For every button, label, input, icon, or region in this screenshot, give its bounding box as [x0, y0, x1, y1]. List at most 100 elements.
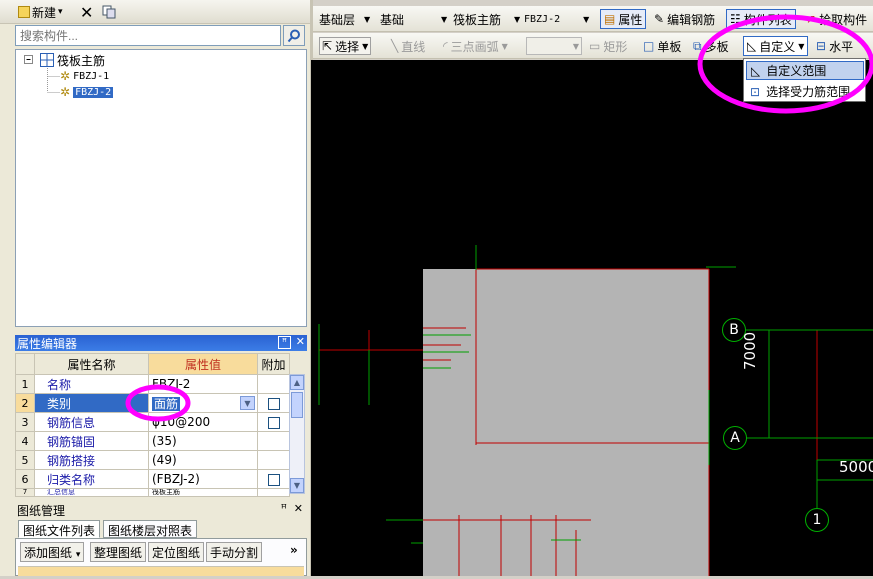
pin-icon[interactable]: ꟸ — [281, 502, 287, 515]
dimension-5000: 5000 — [839, 458, 873, 476]
chevron-down-icon: ▼ — [362, 41, 369, 51]
pick-icon: ↗ — [806, 12, 817, 26]
tab-drawing-files[interactable]: 图纸文件列表 — [18, 520, 101, 538]
menu-item-select-range[interactable]: ⊡ 选择受力筋范围 — [746, 82, 864, 101]
chevron-down-icon[interactable]: ▼ — [240, 396, 255, 410]
grid-icon — [40, 53, 54, 67]
rect-icon: ▭ — [589, 39, 601, 53]
property-scrollbar[interactable]: ▲ ▼ — [289, 374, 305, 494]
single-slab-button[interactable]: □ 单板 — [643, 37, 681, 55]
custom-button[interactable]: ◺ 自定义 ▼ — [743, 36, 809, 56]
arc-button[interactable]: ◜ 三点画弧 ▼ — [443, 37, 508, 55]
organize-drawing-button[interactable]: 整理图纸 — [90, 542, 147, 562]
table-row[interactable]: 4 钢筋锚固 (35) — [15, 431, 290, 451]
scroll-thumb[interactable] — [291, 392, 303, 418]
search-icon — [287, 29, 300, 42]
delete-icon[interactable]: ✕ — [80, 3, 93, 22]
attach-checkbox[interactable] — [267, 397, 280, 410]
select-range-icon: ⊡ — [750, 84, 761, 99]
scroll-down-icon[interactable]: ▼ — [290, 478, 304, 493]
property-header-row: 属性名称 属性值 附加 — [15, 353, 290, 375]
tree-item[interactable]: ✲ FBZJ-2 — [60, 84, 114, 100]
scroll-up-icon[interactable]: ▲ — [290, 375, 304, 390]
table-row[interactable]: 3 钢筋信息 φ10@200 — [15, 412, 290, 432]
column-header: 附加 — [257, 353, 290, 375]
chevron-down-icon: ▼ — [364, 14, 371, 24]
drawing-canvas[interactable]: B A 1 7000 5000 — [311, 60, 873, 576]
select-button[interactable]: ⇱ 选择 ▼ — [319, 37, 372, 55]
table-row[interactable]: 2 类别 面筋 ▼ — [15, 393, 290, 413]
gear-icon: ✲ — [60, 85, 71, 99]
locate-drawing-button[interactable]: 定位图纸 — [148, 542, 205, 562]
category-select[interactable]: 面筋 ▼ — [148, 393, 258, 413]
file-list-header — [18, 566, 304, 576]
component-selector-toolbar: 基础层 ▼ 基础 ▼ 筏板主筋 ▼ FBZJ-2 ▼ ▤ 属性 ✎ 编辑钢筋 ☷ 构件列表 ↗… — [313, 6, 873, 32]
axis-label-a[interactable]: A — [723, 426, 747, 450]
pick-component-button[interactable]: ↗ 拾取构件 — [806, 10, 867, 28]
table-row[interactable]: 5 钢筋搭接 (49) — [15, 450, 290, 470]
table-row[interactable]: 6 归类名称 (FBZJ-2) — [15, 469, 290, 489]
draw-toolbar: ⇱ 选择 ▼ ╲ 直线 ◜ 三点画弧 ▼ ▼ ▭ 矩形 □ 单板 ⧉ 多板 ◺ 自定义 ▼ ⊟ 水平 — [313, 33, 873, 59]
cursor-icon: ⇱ — [322, 39, 333, 53]
list-icon: ☷ — [730, 12, 741, 26]
tree-root[interactable]: 筏板主筋 — [40, 52, 105, 68]
dimension-7000: 7000 — [741, 331, 759, 370]
chevron-down-icon: ▼ — [798, 41, 805, 51]
arc-options-select[interactable]: ▼ — [526, 37, 582, 55]
chevron-down-icon: ▼ — [514, 14, 521, 24]
edit-rebar-button[interactable]: ✎ 编辑钢筋 — [654, 10, 715, 28]
table-row[interactable]: 1 名称 FBZJ-2 — [15, 374, 290, 394]
floor-select[interactable]: 基础层 ▼ — [319, 10, 370, 28]
slab-icon: □ — [643, 39, 655, 53]
attach-checkbox[interactable] — [267, 416, 280, 429]
custom-range-icon: ◺ — [751, 63, 761, 78]
gear-icon: ✲ — [60, 69, 71, 83]
left-panel: 新建 ▾ ✕ 筏板主筋 ✲ FBZJ-1 ✲ FBZJ-2 — [0, 0, 310, 576]
cad-drawing — [318, 245, 873, 576]
drawing-manager-header: 图纸管理 ꟸ ✕ — [15, 502, 307, 518]
pen-icon: ✎ — [654, 12, 665, 26]
new-button[interactable]: 新建 ▾ — [18, 3, 63, 21]
chevron-down-icon: ▼ — [441, 14, 448, 24]
new-icon — [18, 6, 30, 18]
custom-range-icon: ◺ — [747, 39, 757, 53]
line-icon: ╲ — [391, 39, 399, 53]
close-icon[interactable]: ✕ — [294, 502, 303, 515]
add-drawing-button[interactable]: 添加图纸 ▾ — [20, 542, 85, 562]
component-toolbar: 新建 ▾ ✕ — [0, 0, 310, 24]
search-input[interactable] — [15, 25, 281, 46]
more-icon[interactable]: » — [287, 542, 301, 562]
component-type-select[interactable]: 筏板主筋 ▼ — [453, 10, 520, 28]
column-header: 属性值 — [148, 353, 258, 375]
menu-item-custom-range[interactable]: ◺ 自定义范围 — [746, 61, 864, 80]
search-button[interactable] — [283, 25, 305, 46]
arc-icon: ◜ — [443, 39, 448, 53]
property-editor-header: 属性编辑器 ꟸ ✕ — [15, 335, 307, 351]
rect-button[interactable]: ▭ 矩形 — [589, 37, 627, 55]
attach-checkbox[interactable] — [267, 473, 280, 486]
table-row[interactable]: 7 汇总信息 筏板主筋 — [15, 488, 290, 497]
component-tree: 筏板主筋 ✲ FBZJ-1 ✲ FBZJ-2 — [15, 49, 307, 327]
properties-icon: ▤ — [604, 12, 616, 26]
multi-slab-icon: ⧉ — [693, 38, 702, 53]
chevron-down-icon: ▼ — [583, 14, 590, 24]
category-select[interactable]: 基础 ▼ — [380, 10, 447, 28]
axis-label-1[interactable]: 1 — [805, 508, 829, 532]
pin-icon[interactable]: ꟸ — [278, 336, 291, 349]
horizontal-button[interactable]: ⊟ 水平 — [816, 37, 853, 55]
chevron-down-icon[interactable]: ▾ — [76, 550, 81, 560]
horizontal-icon: ⊟ — [816, 39, 827, 53]
component-list-button[interactable]: ☷ 构件列表 — [726, 9, 796, 29]
column-header: 属性名称 — [34, 353, 149, 375]
tab-floor-map[interactable]: 图纸楼层对照表 — [103, 520, 198, 538]
copy-icon[interactable] — [102, 3, 116, 21]
close-icon[interactable]: ✕ — [296, 335, 305, 348]
properties-button[interactable]: ▤ 属性 — [600, 9, 647, 29]
line-button[interactable]: ╲ 直线 — [391, 37, 425, 55]
component-select[interactable]: FBZJ-2 ▼ — [524, 10, 589, 28]
manual-split-button[interactable]: 手动分割 — [206, 542, 263, 562]
property-table: 属性名称 属性值 附加 1 名称 FBZJ-2 2 类别 面筋 ▼ 3 钢筋信息… — [15, 353, 290, 497]
slab — [423, 269, 709, 576]
multi-slab-button[interactable]: ⧉ 多板 — [693, 37, 729, 55]
tree-item[interactable]: ✲ FBZJ-1 — [60, 68, 109, 84]
